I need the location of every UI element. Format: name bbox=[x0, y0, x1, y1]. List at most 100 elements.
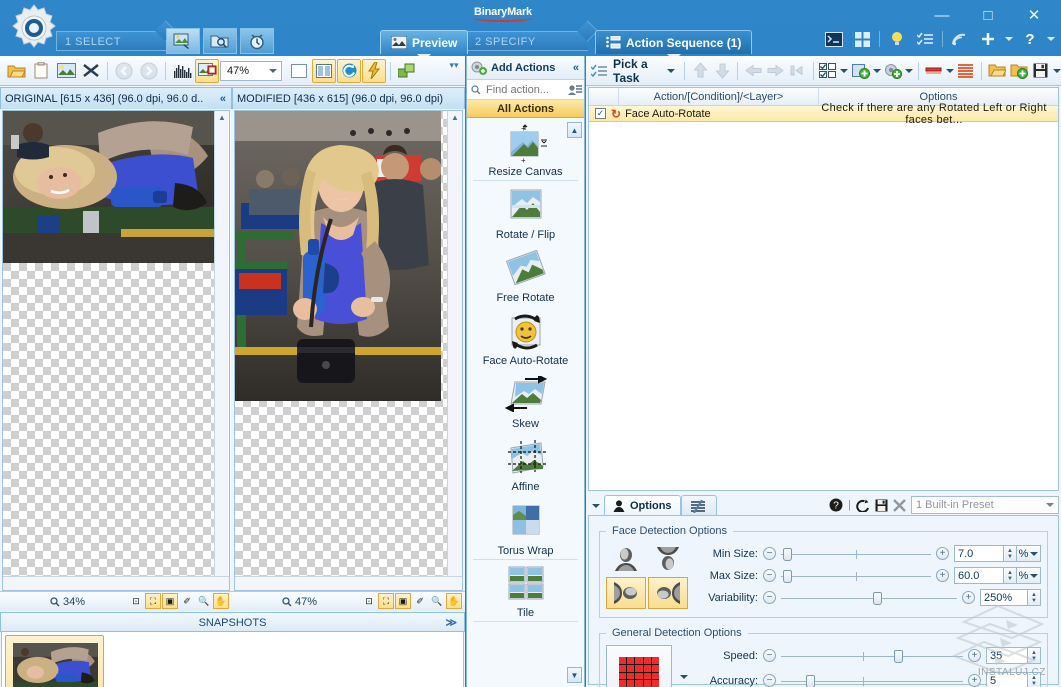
options-collapse-caret-icon[interactable] bbox=[588, 496, 604, 516]
min-size-decrement-button[interactable]: − bbox=[763, 547, 776, 560]
zoom-icon[interactable]: 🔍 bbox=[429, 593, 445, 609]
shuffle-icon[interactable] bbox=[79, 59, 103, 83]
max-size-increment-button[interactable]: + bbox=[936, 569, 949, 582]
tab-options[interactable]: Options bbox=[604, 495, 681, 516]
fit-page-icon[interactable]: ⛶ bbox=[145, 593, 161, 609]
lightning-icon[interactable] bbox=[362, 59, 386, 83]
chevron-left-icon[interactable]: « bbox=[573, 62, 579, 74]
speed-increment-button[interactable]: + bbox=[968, 649, 981, 662]
add-condition-icon[interactable] bbox=[883, 59, 903, 83]
actual-size-icon[interactable]: ▣ bbox=[395, 593, 411, 609]
face-front-icon[interactable] bbox=[606, 543, 646, 575]
find-action-input[interactable] bbox=[484, 84, 568, 96]
preset-select[interactable]: 1 Built-in Preset bbox=[911, 496, 1059, 514]
actual-size-icon[interactable]: ▣ bbox=[162, 593, 178, 609]
delete-icon[interactable] bbox=[893, 499, 906, 512]
snapshots-list[interactable]: Original bbox=[1, 632, 464, 687]
variability-increment-button[interactable]: + bbox=[962, 591, 975, 604]
mode-scheduler-button[interactable] bbox=[240, 28, 274, 54]
action-item-free-rotate[interactable]: Free Rotate bbox=[467, 241, 584, 304]
action-item-affine[interactable]: Affine bbox=[467, 430, 584, 493]
add-plus-icon[interactable] bbox=[977, 28, 999, 50]
single-view-icon[interactable] bbox=[287, 59, 311, 83]
step-icon[interactable] bbox=[787, 59, 807, 83]
step-specify-actions[interactable]: 2 SPECIFY ACTIONS bbox=[466, 31, 588, 51]
histogram-icon[interactable] bbox=[170, 59, 194, 83]
maximize-button[interactable]: □ bbox=[965, 0, 1011, 30]
move-down-icon[interactable] bbox=[712, 59, 732, 83]
tips-lightbulb-icon[interactable] bbox=[886, 28, 908, 50]
fit-page-icon[interactable]: ⛶ bbox=[378, 593, 394, 609]
max-size-value[interactable]: 60.0 bbox=[954, 567, 1004, 584]
action-item-resize-canvas[interactable]: + + Resize Canvas bbox=[467, 119, 584, 178]
detection-grid-button[interactable] bbox=[606, 645, 672, 687]
zoom-level-select[interactable]: 47% bbox=[220, 61, 282, 81]
remove-icon[interactable] bbox=[924, 59, 944, 83]
zoom-icon[interactable]: 🔍 bbox=[196, 593, 212, 609]
add-sequence-icon[interactable] bbox=[1009, 59, 1029, 83]
tab-script[interactable] bbox=[681, 495, 717, 516]
save-dropdown-caret-icon[interactable] bbox=[1053, 69, 1061, 73]
max-size-spinner[interactable]: ▲▼ bbox=[1004, 567, 1017, 584]
action-item-face-auto-rotate[interactable]: Face Auto-Rotate bbox=[467, 304, 584, 367]
add-action-icon[interactable] bbox=[850, 59, 870, 83]
sync-icon[interactable] bbox=[395, 59, 419, 83]
action-item-rotate-flip[interactable]: Rotate / Flip bbox=[467, 178, 584, 241]
back-arrow-icon[interactable] bbox=[112, 59, 136, 83]
max-size-unit[interactable]: % bbox=[1017, 567, 1041, 584]
add-action-dropdown-caret-icon[interactable] bbox=[873, 69, 881, 73]
open-sequence-icon[interactable] bbox=[987, 59, 1007, 83]
action-item-skew[interactable]: Skew bbox=[467, 367, 584, 430]
tab-action-sequence[interactable]: Action Sequence (1) bbox=[595, 30, 752, 54]
help-question-icon[interactable]: ? bbox=[1019, 28, 1041, 50]
remove-dropdown-caret-icon[interactable] bbox=[946, 69, 954, 73]
max-size-slider[interactable] bbox=[781, 570, 931, 582]
face-rotated-right-icon[interactable] bbox=[648, 577, 688, 609]
close-button[interactable]: ✕ bbox=[1011, 0, 1057, 30]
original-canvas[interactable]: ▲ ▼ bbox=[2, 110, 230, 591]
row-checkbox[interactable]: ✓ bbox=[595, 108, 606, 119]
scroll-up-arrow-icon[interactable]: ▲ bbox=[448, 111, 462, 125]
mode-single-image-button[interactable] bbox=[166, 28, 200, 54]
variability-spinner[interactable]: ▲▼ bbox=[1028, 589, 1041, 606]
fit-selection-icon[interactable]: ⊡ bbox=[128, 593, 144, 609]
pan-hand-icon[interactable]: ✋ bbox=[213, 593, 229, 609]
speed-slider[interactable] bbox=[781, 650, 963, 662]
min-size-spinner[interactable]: ▲▼ bbox=[1004, 545, 1017, 562]
speed-decrement-button[interactable]: − bbox=[763, 649, 776, 662]
chevron-left-icon[interactable]: « bbox=[220, 88, 226, 109]
action-item-tile[interactable]: Tile bbox=[467, 557, 584, 619]
chevron-double-down-icon[interactable]: ≫ bbox=[445, 613, 457, 633]
modified-vscrollbar[interactable]: ▲ ▼ bbox=[447, 111, 462, 590]
mode-folder-button[interactable] bbox=[203, 28, 237, 54]
tasklist-icon[interactable] bbox=[914, 28, 936, 50]
max-size-decrement-button[interactable]: − bbox=[763, 569, 776, 582]
refresh-icon[interactable] bbox=[337, 59, 361, 83]
reset-icon[interactable] bbox=[856, 499, 870, 512]
min-size-value[interactable]: 7.0 bbox=[954, 545, 1004, 562]
indent-icon[interactable] bbox=[765, 59, 785, 83]
add-condition-dropdown-caret-icon[interactable] bbox=[905, 69, 913, 73]
split-view-icon[interactable] bbox=[312, 59, 336, 83]
filter-list-icon[interactable] bbox=[568, 84, 582, 96]
select-all-icon[interactable] bbox=[818, 59, 838, 83]
save-icon[interactable] bbox=[875, 499, 888, 512]
variability-value[interactable]: 250% bbox=[980, 589, 1028, 606]
select-all-dropdown-caret-icon[interactable] bbox=[840, 69, 848, 73]
original-hscrollbar[interactable] bbox=[3, 576, 229, 590]
category-all-actions[interactable]: All Actions bbox=[467, 100, 584, 118]
eyedropper-icon[interactable]: ✐ bbox=[179, 593, 195, 609]
pan-hand-icon[interactable]: ✋ bbox=[446, 593, 462, 609]
action-item-torus-wrap[interactable]: Torus Wrap bbox=[467, 493, 584, 557]
modified-canvas[interactable]: ▲ ▼ bbox=[234, 110, 463, 591]
min-size-slider[interactable] bbox=[781, 548, 931, 560]
actions-list[interactable]: + + Resize Canvas bbox=[467, 119, 584, 687]
clipboard-icon[interactable] bbox=[29, 59, 53, 83]
variability-slider[interactable] bbox=[781, 592, 957, 604]
minimize-button[interactable]: — bbox=[919, 0, 965, 30]
fit-selection-icon[interactable]: ⊡ bbox=[361, 593, 377, 609]
face-rotated-left-icon[interactable] bbox=[606, 577, 646, 609]
speed-spinner[interactable]: ▲▼ bbox=[1028, 647, 1041, 664]
toolbar-overflow-button[interactable]: ▾▾ bbox=[447, 60, 461, 82]
tab-preview[interactable]: Preview bbox=[380, 30, 468, 54]
